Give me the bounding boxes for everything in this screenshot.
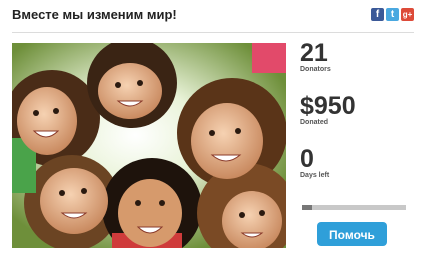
stat-donators-label: Donators [300,66,331,73]
google-plus-icon[interactable]: g+ [401,8,414,21]
funding-progress-bar [302,205,406,210]
stat-days-left: 0 Days left [300,146,329,180]
facebook-icon[interactable]: f [371,8,384,21]
header-divider [12,32,414,33]
stat-donated-label: Donated [300,119,328,126]
campaign-photo [12,43,286,248]
twitter-icon[interactable]: t [386,8,399,21]
help-button[interactable]: Помочь [317,222,387,246]
stat-donated-value: $950 [300,92,356,120]
page-title: Вместе мы изменим мир! [12,7,177,22]
stat-donated: $950 Donated [300,93,356,127]
share-icons: f t g+ [371,8,414,21]
funding-progress-fill [302,205,313,210]
stat-days-left-value: 0 [300,145,314,173]
stat-donators: 21 Donators [300,40,331,74]
stat-donators-value: 21 [300,39,328,67]
stat-days-left-label: Days left [300,172,330,179]
